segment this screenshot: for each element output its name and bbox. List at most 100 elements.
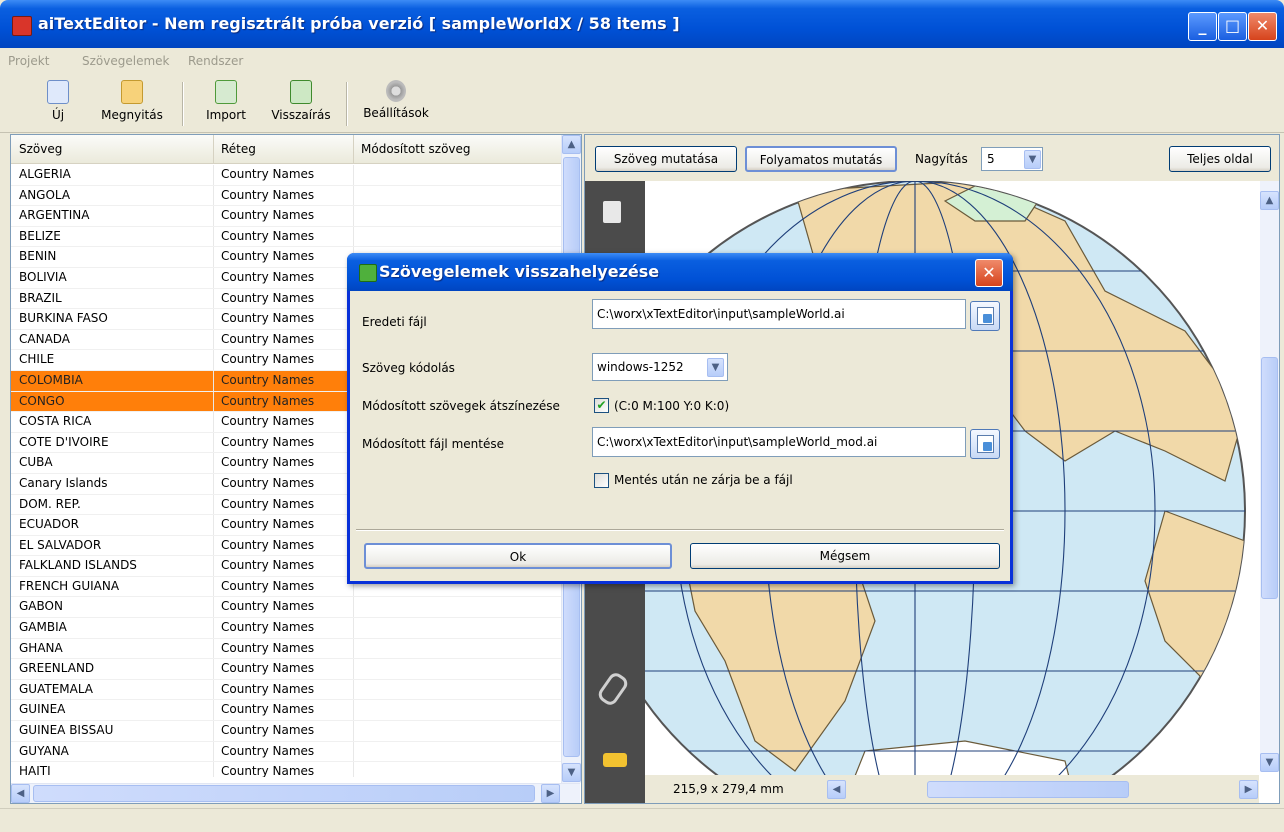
settings-button[interactable]: Beállítások xyxy=(356,78,436,130)
save-file-label: Módosított fájl mentése xyxy=(362,437,504,451)
scroll-up-icon[interactable]: ▲ xyxy=(562,135,581,154)
toolbar-separator xyxy=(182,82,184,126)
table-row[interactable]: GUINEA Country Names xyxy=(11,700,561,722)
writeback-icon xyxy=(290,80,312,104)
column-divider xyxy=(213,597,214,618)
scroll-right-icon[interactable]: ▶ xyxy=(541,784,560,803)
browse-save-button[interactable] xyxy=(970,429,1000,459)
table-row[interactable]: GHANA Country Names xyxy=(11,638,561,660)
column-divider xyxy=(213,576,214,597)
show-text-button[interactable]: Szöveg mutatása xyxy=(595,146,737,172)
cell-text: CONGO xyxy=(19,393,65,408)
scroll-left-icon[interactable]: ◀ xyxy=(11,784,30,803)
column-divider xyxy=(353,721,354,741)
maximize-button[interactable]: □ xyxy=(1218,12,1247,41)
column-divider xyxy=(353,206,354,226)
chevron-down-icon[interactable]: ▼ xyxy=(707,358,724,377)
column-header-modified[interactable]: Módosított szöveg xyxy=(353,135,562,163)
table-row[interactable]: GUATEMALA Country Names xyxy=(11,679,561,701)
restore-text-items-dialog: Szövegelemek visszahelyezése ✕ Eredeti f… xyxy=(347,253,1013,584)
cell-layer: Country Names xyxy=(221,475,315,490)
column-divider xyxy=(213,515,214,535)
full-page-button[interactable]: Teljes oldal xyxy=(1169,146,1271,172)
table-row[interactable]: GREENLAND Country Names xyxy=(11,659,561,680)
table-row[interactable]: BELIZE Country Names xyxy=(11,226,561,248)
column-divider xyxy=(213,762,214,777)
zoom-select[interactable]: 5 ▼ xyxy=(981,147,1043,171)
column-divider xyxy=(353,659,354,679)
cancel-button[interactable]: Mégsem xyxy=(690,543,1000,569)
original-file-label: Eredeti fájl xyxy=(362,315,427,329)
cell-layer: Country Names xyxy=(221,599,315,614)
scroll-down-icon[interactable]: ▼ xyxy=(1260,753,1279,772)
cell-layer: Country Names xyxy=(221,187,315,202)
encoding-select[interactable]: windows-1252 ▼ xyxy=(592,353,728,381)
cell-text: BELIZE xyxy=(19,228,61,243)
page-size-readout: 215,9 x 279,4 mm xyxy=(673,782,784,796)
table-row[interactable]: GABON Country Names xyxy=(11,597,561,619)
new-button[interactable]: Új xyxy=(36,78,80,130)
chevron-down-icon[interactable]: ▼ xyxy=(1024,150,1041,169)
cell-layer: Country Names xyxy=(221,372,315,387)
cell-text: EL SALVADOR xyxy=(19,537,102,552)
scrollbar-thumb[interactable] xyxy=(927,781,1129,798)
cell-layer: Country Names xyxy=(221,331,315,346)
column-divider xyxy=(353,226,354,247)
scrollbar-thumb[interactable] xyxy=(1261,357,1278,599)
table-row[interactable]: GUYANA Country Names xyxy=(11,741,561,763)
grid-horizontal-scrollbar[interactable]: ◀ ▶ xyxy=(11,783,580,803)
scroll-up-icon[interactable]: ▲ xyxy=(1260,191,1279,210)
dialog-title: Szövegelemek visszahelyezése xyxy=(379,262,660,281)
dialog-title-bar[interactable]: Szövegelemek visszahelyezése ✕ xyxy=(347,253,1013,291)
scroll-right-icon[interactable]: ▶ xyxy=(1239,780,1258,799)
table-row[interactable]: GAMBIA Country Names xyxy=(11,618,561,639)
column-divider xyxy=(213,391,214,412)
minimize-button[interactable]: _ xyxy=(1188,12,1217,41)
table-row[interactable]: ARGENTINA Country Names xyxy=(11,206,561,227)
import-button[interactable]: Import xyxy=(196,78,256,130)
table-row[interactable]: ALGERIA Country Names xyxy=(11,165,561,186)
open-button-label: Megnyitás xyxy=(101,108,163,122)
cell-text: CUBA xyxy=(19,455,53,470)
pages-icon[interactable] xyxy=(603,201,621,223)
dialog-close-button[interactable]: ✕ xyxy=(975,259,1003,287)
column-header-layer[interactable]: Réteg xyxy=(213,135,354,163)
app-icon xyxy=(12,16,32,36)
column-divider xyxy=(213,700,214,721)
comments-icon[interactable] xyxy=(603,753,627,767)
cell-layer: Country Names xyxy=(221,434,315,449)
scroll-left-icon[interactable]: ◀ xyxy=(827,780,846,799)
save-file-field[interactable]: C:\worx\xTextEditor\input\sampleWorld_mo… xyxy=(592,427,966,457)
cell-text: GAMBIA xyxy=(19,620,67,635)
cell-text: GUINEA xyxy=(19,702,66,717)
column-header-text[interactable]: Szöveg xyxy=(11,135,214,163)
preview-vertical-scrollbar[interactable]: ▲ ▼ xyxy=(1260,181,1279,772)
toolbar-separator xyxy=(346,82,348,126)
table-row[interactable]: HAITI Country Names xyxy=(11,762,561,777)
column-divider xyxy=(213,618,214,638)
menu-szovegelemek[interactable]: Szövegelemek xyxy=(82,54,169,68)
open-button[interactable]: Megnyitás xyxy=(90,78,174,130)
cell-layer: Country Names xyxy=(221,578,315,593)
original-file-field[interactable]: C:\worx\xTextEditor\input\sampleWorld.ai xyxy=(592,299,966,329)
menu-rendszer[interactable]: Rendszer xyxy=(188,54,243,68)
preview-status-bar: 215,9 x 279,4 mm ◀ ▶ xyxy=(645,775,1259,803)
paperclip-icon[interactable] xyxy=(595,670,631,708)
scroll-down-icon[interactable]: ▼ xyxy=(562,763,581,782)
continuous-show-button[interactable]: Folyamatos mutatás xyxy=(745,146,897,172)
writeback-button[interactable]: Visszaírás xyxy=(264,78,338,130)
ok-button[interactable]: Ok xyxy=(364,543,672,569)
recolor-checkbox[interactable]: ✔ xyxy=(594,398,609,413)
menu-projekt[interactable]: Projekt xyxy=(8,54,49,68)
cell-layer: Country Names xyxy=(221,352,315,367)
table-row[interactable]: ANGOLA Country Names xyxy=(11,185,561,207)
cell-text: Canary Islands xyxy=(19,475,108,490)
window-title-bar[interactable]: aiTextEditor - Nem regisztrált próba ver… xyxy=(0,0,1284,48)
cell-text: ALGERIA xyxy=(19,167,71,181)
keep-open-checkbox[interactable] xyxy=(594,473,609,488)
close-button[interactable]: ✕ xyxy=(1248,12,1277,41)
table-row[interactable]: GUINEA BISSAU Country Names xyxy=(11,721,561,742)
browse-open-button[interactable] xyxy=(970,301,1000,331)
cell-text: ECUADOR xyxy=(19,517,79,532)
scrollbar-thumb[interactable] xyxy=(33,785,535,802)
